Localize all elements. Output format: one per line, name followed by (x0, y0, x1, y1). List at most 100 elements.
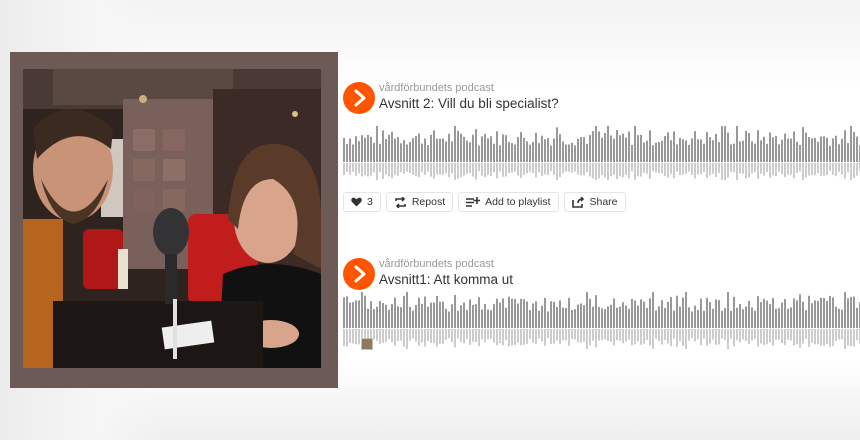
waveform-bar-reflection (349, 163, 351, 175)
waveform-bar (790, 138, 792, 162)
waveform-bar-reflection (559, 329, 561, 345)
waveform-bar-reflection (766, 163, 768, 173)
waveform-bar-reflection (658, 329, 660, 342)
track-uploader[interactable]: vårdförbundets podcast (379, 258, 494, 270)
repost-button[interactable]: Repost (385, 192, 454, 212)
waveform-bar (754, 310, 756, 328)
waveform-bar (808, 295, 810, 328)
waveform-bar-reflection (754, 163, 756, 173)
waveform[interactable] (343, 122, 860, 180)
waveform-bar (601, 137, 603, 162)
waveform-bar-reflection (847, 329, 849, 346)
waveform[interactable] (343, 278, 860, 350)
waveform-bar (607, 126, 609, 162)
waveform-bar-reflection (580, 163, 582, 176)
waveform-bar (451, 141, 453, 162)
waveform-bar-reflection (349, 329, 351, 344)
waveform-bar-reflection (649, 163, 651, 179)
track-uploader[interactable]: vårdförbundets podcast (379, 82, 494, 94)
waveform-bar (823, 136, 825, 162)
waveform-bar-reflection (721, 163, 723, 180)
waveform-bar-reflection (346, 329, 348, 347)
waveform-bar-reflection (628, 163, 630, 179)
add-to-playlist-button[interactable]: Add to playlist (458, 192, 559, 212)
waveform-bar-reflection (382, 329, 384, 343)
like-button[interactable]: 3 (343, 192, 381, 212)
waveform-bar (634, 300, 636, 328)
waveform-bar (592, 306, 594, 328)
waveform-bar (607, 306, 609, 328)
waveform-bar-reflection (769, 163, 771, 178)
waveform-bar-reflection (844, 163, 846, 179)
waveform-bar (832, 138, 834, 162)
waveform-bar-reflection (448, 329, 450, 339)
waveform-bar-reflection (697, 163, 699, 175)
waveform-bar-reflection (430, 163, 432, 177)
waveform-bar (616, 130, 618, 162)
share-button[interactable]: Share (563, 192, 626, 212)
waveform-bar (376, 306, 378, 328)
waveform-bar (448, 311, 450, 328)
waveform-bar-reflection (763, 163, 765, 176)
waveform-bar-reflection (664, 163, 666, 176)
waveform-bar-reflection (856, 329, 858, 341)
waveform-bar (820, 136, 822, 162)
waveform-bar (376, 126, 378, 162)
waveform-bar-reflection (607, 329, 609, 341)
waveform-bar-reflection (406, 329, 408, 349)
waveform-bar (382, 130, 384, 162)
waveform-bar (715, 299, 717, 328)
waveform-bar-reflection (691, 329, 693, 339)
waveform-bar (826, 137, 828, 162)
waveform-bar (454, 126, 456, 162)
waveform-bar (589, 298, 591, 328)
track-title[interactable]: Avsnitt 2: Vill du bli specialist? (379, 96, 559, 111)
waveform-bar (760, 140, 762, 162)
waveform-bar (367, 308, 369, 328)
waveform-bar-reflection (643, 163, 645, 173)
waveform-bar (397, 136, 399, 162)
waveform-bar (421, 143, 423, 162)
waveform-bar (805, 132, 807, 162)
waveform-bar (820, 297, 822, 328)
waveform-bar (697, 139, 699, 162)
comment-avatar[interactable] (361, 338, 373, 350)
waveform-bar-reflection (742, 163, 744, 174)
waveform-bar (715, 133, 717, 162)
waveform-bar (442, 301, 444, 328)
waveform-bar-reflection (514, 163, 516, 172)
waveform-bar-reflection (367, 163, 369, 177)
waveform-bar (433, 302, 435, 328)
waveform-bar (703, 310, 705, 328)
waveform-bar-reflection (820, 163, 822, 176)
waveform-bar (550, 301, 552, 328)
waveform-bar-reflection (694, 163, 696, 179)
waveform-bar-reflection (793, 163, 795, 179)
waveform-bar (412, 310, 414, 328)
waveform-bar (538, 143, 540, 162)
waveform-bar (391, 304, 393, 328)
waveform-bar-reflection (637, 329, 639, 342)
waveform-bar (532, 142, 534, 162)
waveform-bar-reflection (562, 329, 564, 341)
play-button[interactable] (343, 82, 375, 114)
waveform-bar-reflection (520, 329, 522, 346)
waveform-bar (706, 132, 708, 162)
waveform-bar-reflection (832, 329, 834, 346)
waveform-bar (613, 138, 615, 162)
waveform-bar (772, 297, 774, 328)
waveform-bar (352, 302, 354, 328)
waveform-bar (580, 137, 582, 162)
waveform-bar-reflection (811, 163, 813, 175)
waveform-bar (364, 295, 366, 328)
waveform-bar (436, 295, 438, 328)
waveform-bar (772, 137, 774, 162)
waveform-bar-reflection (400, 329, 402, 341)
waveform-bar-reflection (817, 163, 819, 174)
waveform-bar (463, 302, 465, 328)
waveform-bar-reflection (811, 329, 813, 343)
waveform-bar (655, 142, 657, 162)
waveform-bar (736, 126, 738, 162)
waveform-bar-reflection (409, 329, 411, 341)
waveform-bar (535, 132, 537, 162)
